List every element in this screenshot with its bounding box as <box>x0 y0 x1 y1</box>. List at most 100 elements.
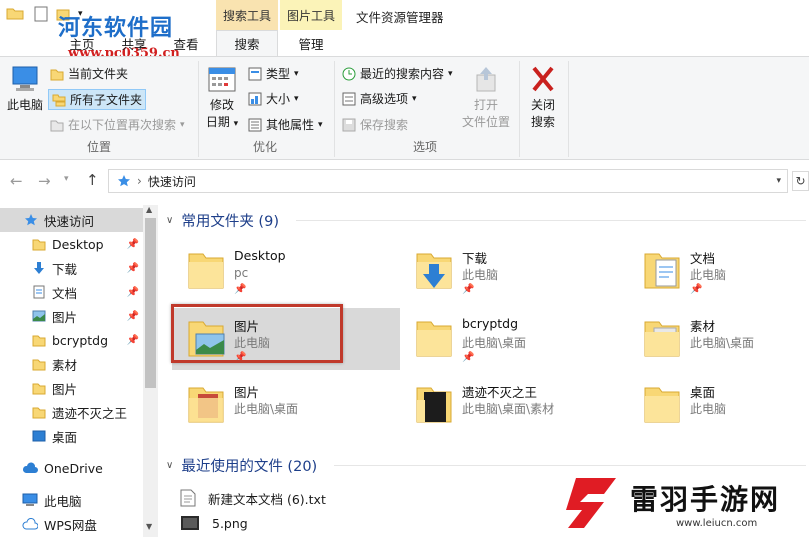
pin-icon: 📌 <box>126 262 139 274</box>
computer-icon <box>22 493 38 506</box>
back-arrow-icon[interactable]: ← <box>10 172 23 190</box>
current-folder-button[interactable]: 当前文件夹 <box>50 65 128 82</box>
watermark-logo: 雷羽手游网 www.leiucn.com <box>560 470 809 537</box>
tab-share[interactable]: 共享 <box>116 30 152 56</box>
sidebar-item-desktop[interactable]: Desktop 📌 <box>0 232 143 256</box>
document-icon <box>33 285 45 299</box>
tile-documents[interactable]: 文档 此电脑 📌 <box>628 240 809 302</box>
chevron-down-icon[interactable]: ▾ <box>776 176 781 186</box>
up-arrow-icon[interactable]: ↑ <box>86 171 99 189</box>
size-button[interactable]: 大小 ▾ <box>248 90 299 107</box>
tile-pictures-desktop[interactable]: 图片 此电脑\桌面 <box>172 374 400 436</box>
chevron-down-icon: ▾ <box>180 119 185 130</box>
ribbon-separator <box>198 61 199 157</box>
other-properties-button[interactable]: 其他属性 ▾ <box>248 116 323 133</box>
subfolders-icon <box>52 94 66 106</box>
watermark-brand-text: 雷羽手游网 <box>630 483 781 516</box>
sidebar-item-bcryptdg[interactable]: bcryptdg 📌 <box>0 328 143 352</box>
frequent-folders-header[interactable]: ∨ 常用文件夹 (9) <box>166 210 279 231</box>
search-folder-icon <box>50 120 64 131</box>
group-label-options: 选项 <box>412 140 437 154</box>
save-icon <box>342 118 356 131</box>
recent-locations-chevron-icon[interactable]: ▾ <box>64 174 69 184</box>
pin-icon: 📌 <box>234 284 247 295</box>
sidebar-item-desktop-zh[interactable]: 桌面 <box>0 424 143 448</box>
download-folder-icon <box>416 253 452 289</box>
chevron-down-icon: ∨ <box>166 215 174 226</box>
this-pc-button[interactable]: 此电脑 <box>6 65 44 114</box>
refresh-icon[interactable]: ↻ <box>792 171 809 191</box>
sidebar-item-quick-access[interactable]: 快速访问 <box>0 208 143 232</box>
highlight-box <box>171 304 343 363</box>
pin-icon: 📌 <box>462 284 475 295</box>
sidebar-item-this-pc[interactable]: 此电脑 <box>0 488 143 512</box>
kind-icon <box>248 67 262 80</box>
section-divider <box>296 220 806 221</box>
properties-icon[interactable] <box>34 6 48 22</box>
sidebar-scrollbar-thumb[interactable] <box>145 218 156 388</box>
ribbon: 此电脑 当前文件夹 所有子文件夹 在以下位置再次搜索 ▾ 位置 修改 日期 ▾ … <box>0 56 809 160</box>
sidebar-item-pictures-desktop[interactable]: 图片 <box>0 376 143 400</box>
sidebar-item-onedrive[interactable]: OneDrive <box>0 456 143 480</box>
computer-icon <box>12 66 38 91</box>
chevron-down-icon: ∨ <box>166 460 174 471</box>
tile-bcryptdg[interactable]: bcryptdg 此电脑\桌面 📌 <box>400 308 628 370</box>
desktop-icon <box>32 430 46 442</box>
tile-game-folder[interactable]: 遗迹不灭之王 此电脑\桌面\素材 <box>400 374 628 436</box>
recent-file-row[interactable]: 新建文本文档 (6).txt <box>180 486 326 510</box>
folder-icon <box>32 335 46 347</box>
watermark-brand-url: www.leiucn.com <box>676 518 758 529</box>
search-again-button[interactable]: 在以下位置再次搜索 ▾ <box>50 116 185 133</box>
pin-icon: 📌 <box>126 286 139 298</box>
calendar-icon <box>208 67 236 92</box>
tab-search[interactable]: 搜索 <box>216 30 278 56</box>
tile-downloads[interactable]: 下载 此电脑 📌 <box>400 240 628 302</box>
save-search-button[interactable]: 保存搜索 <box>342 116 408 133</box>
sidebar-item-sucai[interactable]: 素材 <box>0 352 143 376</box>
forward-arrow-icon[interactable]: → <box>38 172 51 190</box>
folder-icon <box>416 387 452 423</box>
chevron-down-icon: ▾ <box>318 119 323 130</box>
sidebar-item-downloads[interactable]: 下载 📌 <box>0 256 143 280</box>
folder-icon <box>50 69 64 80</box>
tab-view[interactable]: 查看 <box>166 30 206 56</box>
context-tab-picture-tools: 图片工具 <box>280 0 342 30</box>
scroll-down-icon[interactable]: ▼ <box>146 522 152 531</box>
address-bar[interactable]: › 快速访问 ▾ <box>108 169 788 193</box>
chevron-down-icon: ▾ <box>412 93 417 104</box>
ribbon-separator <box>568 61 569 157</box>
breadcrumb-separator-icon: › <box>137 174 142 188</box>
open-file-location-button[interactable]: 打开 文件位置 <box>458 65 514 131</box>
chevron-down-icon: ▾ <box>294 68 299 79</box>
sidebar-item-pictures[interactable]: 图片 📌 <box>0 304 143 328</box>
pin-icon: 📌 <box>126 334 139 346</box>
recent-file-row[interactable]: 5.png <box>180 511 248 535</box>
tile-desktop[interactable]: Desktop pc 📌 <box>172 240 400 302</box>
all-subfolders-button[interactable]: 所有子文件夹 <box>48 89 147 110</box>
tab-manage[interactable]: 管理 <box>280 30 342 56</box>
close-icon <box>532 66 554 92</box>
cloud-icon <box>22 462 38 473</box>
recent-searches-button[interactable]: 最近的搜索内容 ▾ <box>342 65 453 82</box>
recent-files-header[interactable]: ∨ 最近使用的文件 (20) <box>166 455 317 476</box>
image-file-icon <box>181 516 199 530</box>
close-search-button[interactable]: 关闭 搜索 <box>522 65 564 131</box>
sidebar-item-game-folder[interactable]: 遗迹不灭之王 <box>0 400 143 424</box>
window-title: 文件资源管理器 <box>356 10 444 25</box>
pin-icon: 📌 <box>126 238 139 250</box>
tile-sucai[interactable]: 素材 此电脑\桌面 <box>628 308 809 370</box>
advanced-options-icon <box>342 92 356 105</box>
date-modified-button[interactable]: 修改 日期 ▾ <box>202 65 242 133</box>
tile-desktop-zh[interactable]: 桌面 此电脑 <box>628 374 809 436</box>
sidebar-item-documents[interactable]: 文档 📌 <box>0 280 143 304</box>
pin-icon: 📌 <box>126 310 139 322</box>
sidebar-item-wps-cloud[interactable]: WPS网盘 <box>0 512 143 536</box>
folder-icon <box>188 253 224 289</box>
ribbon-separator <box>334 61 335 157</box>
scroll-up-icon[interactable]: ▲ <box>146 205 152 214</box>
breadcrumb[interactable]: 快速访问 <box>148 173 196 190</box>
advanced-options-button[interactable]: 高级选项 ▾ <box>342 90 417 107</box>
kind-button[interactable]: 类型 ▾ <box>248 65 299 82</box>
pin-icon: 📌 <box>462 352 475 363</box>
tab-home[interactable]: 主页 <box>64 30 100 56</box>
